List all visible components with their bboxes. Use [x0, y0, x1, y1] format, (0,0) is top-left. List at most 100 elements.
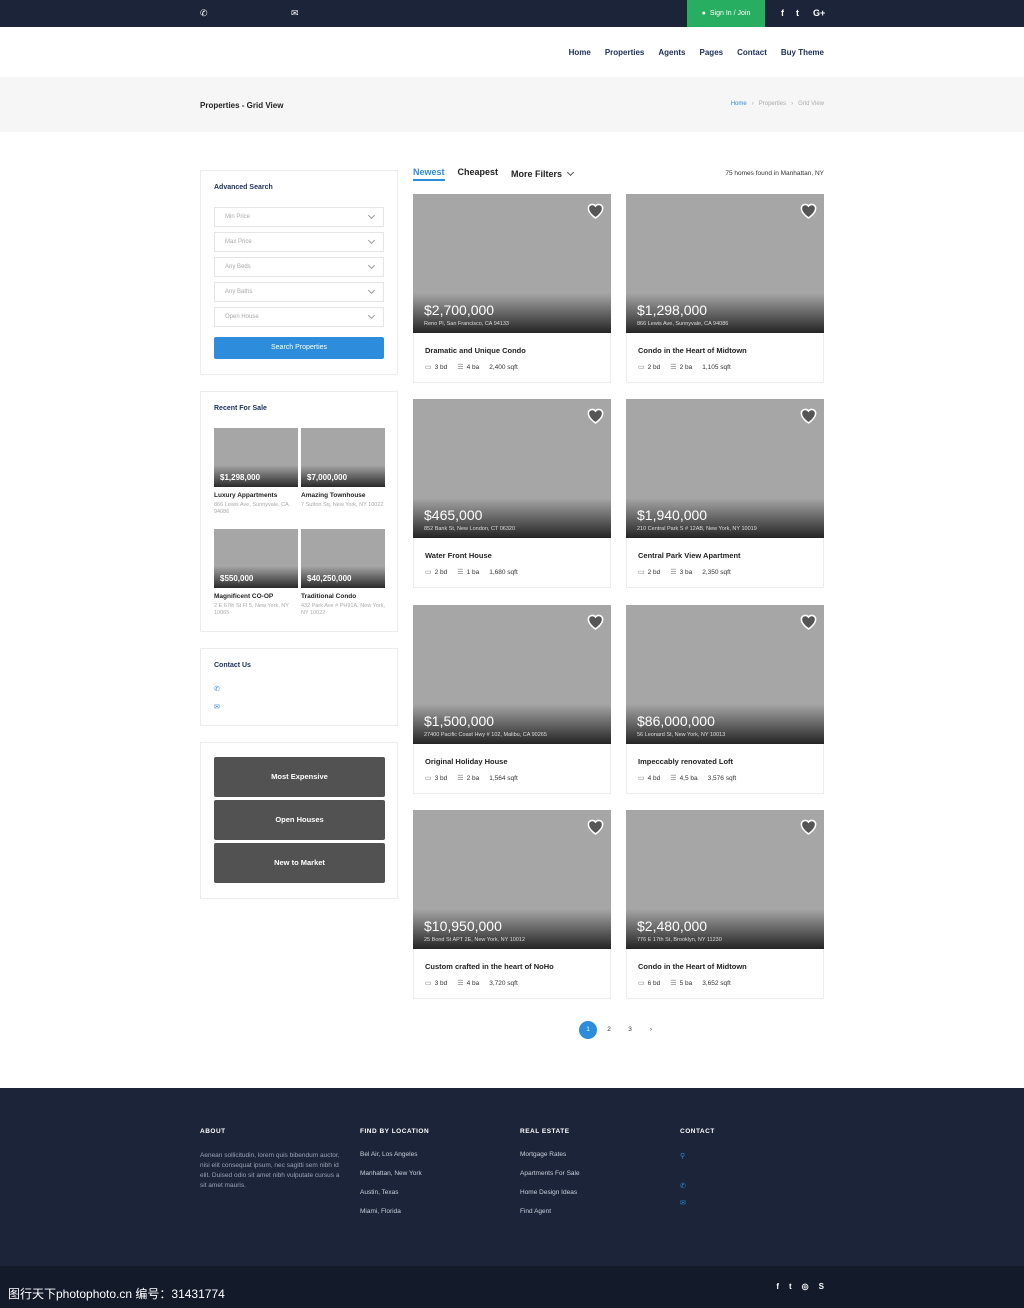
page-1[interactable]: 1	[579, 1021, 597, 1039]
listing-address: 25 Bond St APT 2E, New York, NY 10012	[424, 937, 526, 943]
tab-more-filters[interactable]: More Filters	[511, 167, 575, 181]
listing-price: $1,500,000	[424, 713, 495, 729]
site-footer: ABOUT Aenean sollicitudin, lorem quis bi…	[0, 1088, 1024, 1266]
footer-link[interactable]: Mortgage Rates	[520, 1151, 660, 1158]
heart-icon[interactable]	[586, 817, 605, 835]
listing-specs: ▭ 2 bd ☰ 3 ba 2,350 sqft	[638, 568, 731, 577]
baths-count: 2 ba	[466, 775, 480, 782]
tab-cheapest[interactable]: Cheapest	[458, 167, 499, 181]
listing-card[interactable]: $1,940,000 210 Central Park S # 12AB, New…	[626, 399, 824, 588]
heart-icon[interactable]	[799, 406, 818, 424]
phone-icon: ✆	[214, 686, 220, 693]
min-price-select[interactable]: Min Price	[214, 207, 384, 227]
breadcrumb-separator: ›	[751, 101, 754, 107]
contact-us-panel: Contact Us ✆ ✉	[200, 648, 398, 726]
listing-card[interactable]: $465,000 852 Bank St, New London, CT 0632…	[413, 399, 611, 588]
listing-specs: ▭ 3 bd ☰ 2 ba 1,564 sqft	[425, 774, 518, 783]
footer-link[interactable]: Apartments For Sale	[520, 1170, 660, 1177]
breadcrumb-current: Grid View	[798, 101, 824, 107]
heart-icon[interactable]	[586, 612, 605, 630]
heart-icon[interactable]	[586, 406, 605, 424]
listing-card[interactable]: $86,000,000 56 Leonard St, New York, NY 1…	[626, 605, 824, 794]
recent-for-sale-panel: Recent For Sale $1,298,000 Luxury Appart…	[200, 391, 398, 632]
baths-count: 4 ba	[466, 980, 480, 987]
max-price-value: Max Price	[225, 239, 252, 245]
property-photo: $2,480,000 776 E 17th St, Brooklyn, NY 11…	[626, 810, 824, 949]
baths-select[interactable]: Any Baths	[214, 282, 384, 302]
nav-contact[interactable]: Contact	[737, 48, 767, 57]
tab-newest[interactable]: Newest	[413, 167, 445, 181]
new-to-market-button[interactable]: New to Market	[214, 843, 385, 883]
recent-item[interactable]: $7,000,000 Amazing Townhouse 7 Sutton Sq…	[301, 428, 385, 509]
bed-icon: ▭	[638, 775, 645, 782]
nav-agents[interactable]: Agents	[658, 48, 685, 57]
listing-card[interactable]: $10,950,000 25 Bond St APT 2E, New York, …	[413, 810, 611, 999]
nav-buy-theme[interactable]: Buy Theme	[781, 48, 824, 57]
instagram-icon[interactable]: ◎	[802, 1282, 809, 1291]
next-page-button[interactable]: ›	[642, 1021, 660, 1039]
open-houses-button[interactable]: Open Houses	[214, 800, 385, 840]
footer-link[interactable]: Miami, Florida	[360, 1208, 500, 1215]
listing-price: $465,000	[424, 507, 483, 523]
recent-item[interactable]: $40,250,000 Traditional Condo 432 Park A…	[301, 529, 385, 617]
page-3[interactable]: 3	[621, 1021, 639, 1039]
most-expensive-button[interactable]: Most Expensive	[214, 757, 385, 797]
open-house-select[interactable]: Open House	[214, 307, 384, 327]
property-photo: $1,940,000 210 Central Park S # 12AB, New…	[626, 399, 824, 538]
listing-title: Central Park View Apartment	[638, 551, 741, 560]
nav-properties[interactable]: Properties	[605, 48, 645, 57]
twitter-icon[interactable]: t	[796, 8, 799, 18]
footer-link[interactable]: Austin, Texas	[360, 1189, 500, 1196]
chevron-down-icon	[367, 261, 376, 270]
recent-item[interactable]: $1,298,000 Luxury Appartments 866 Lewis …	[214, 428, 298, 516]
listing-price: $2,700,000	[424, 302, 495, 318]
listing-card[interactable]: $2,480,000 776 E 17th St, Brooklyn, NY 11…	[626, 810, 824, 999]
nav-home[interactable]: Home	[569, 48, 591, 57]
listing-card[interactable]: $2,700,000 Reno Pl, San Francisco, CA 941…	[413, 194, 611, 383]
page-2[interactable]: 2	[600, 1021, 618, 1039]
breadcrumb-home[interactable]: Home	[731, 101, 747, 107]
area-sqft: 3,720 sqft	[489, 979, 518, 987]
property-thumbnail: $40,250,000	[301, 529, 385, 588]
listing-price: $1,298,000	[637, 302, 708, 318]
beds-select[interactable]: Any Beds	[214, 257, 384, 277]
breadcrumb-properties[interactable]: Properties	[759, 101, 786, 107]
heart-icon[interactable]	[799, 201, 818, 219]
baths-count: 2 ba	[679, 364, 693, 371]
max-price-select[interactable]: Max Price	[214, 232, 384, 252]
heart-icon[interactable]	[799, 612, 818, 630]
bath-icon: ☰	[457, 569, 464, 576]
chevron-down-icon	[367, 236, 376, 245]
footer-link[interactable]: Manhattan, New York	[360, 1170, 500, 1177]
baths-value: Any Baths	[225, 289, 253, 295]
bed-icon: ▭	[638, 980, 645, 987]
heart-icon[interactable]	[586, 201, 605, 219]
recent-item[interactable]: $550,000 Magnificent CO-OP 2 E 67th St F…	[214, 529, 298, 617]
search-properties-button[interactable]: Search Properties	[214, 337, 384, 359]
listing-card[interactable]: $1,500,000 27400 Pacific Coast Hwy # 102,…	[413, 605, 611, 794]
facebook-icon[interactable]: f	[776, 1282, 779, 1291]
footer-link[interactable]: Home Design Ideas	[520, 1189, 660, 1196]
twitter-icon[interactable]: t	[789, 1282, 792, 1291]
pagination: 1 2 3 ›	[579, 1021, 660, 1039]
skype-icon[interactable]: S	[819, 1282, 824, 1291]
listing-title: Condo in the Heart of Midtown	[638, 346, 747, 355]
nav-pages[interactable]: Pages	[700, 48, 724, 57]
facebook-icon[interactable]: f	[781, 8, 784, 18]
footer-contact-heading: CONTACT	[680, 1128, 715, 1135]
area-sqft: 3,652 sqft	[702, 979, 731, 987]
chevron-down-icon	[567, 168, 575, 177]
breadcrumb-separator: ›	[791, 101, 794, 107]
heart-icon[interactable]	[799, 817, 818, 835]
sign-in-button[interactable]: ● Sign In / Join	[687, 0, 765, 27]
envelope-icon: ✉	[214, 704, 220, 711]
beds-count: 2 bd	[647, 364, 661, 371]
bath-icon: ☰	[670, 364, 677, 371]
listing-price: $2,480,000	[637, 918, 708, 934]
footer-link[interactable]: Bel Air, Los Angeles	[360, 1151, 500, 1158]
footer-contact: CONTACT ⚲ ✆ ✉	[680, 1128, 820, 1207]
google-plus-icon[interactable]: G+	[813, 8, 825, 18]
listing-card[interactable]: $1,298,000 866 Lewis Ave, Sunnyvale, CA 9…	[626, 194, 824, 383]
footer-link[interactable]: Find Agent	[520, 1208, 660, 1215]
min-price-value: Min Price	[225, 214, 251, 220]
